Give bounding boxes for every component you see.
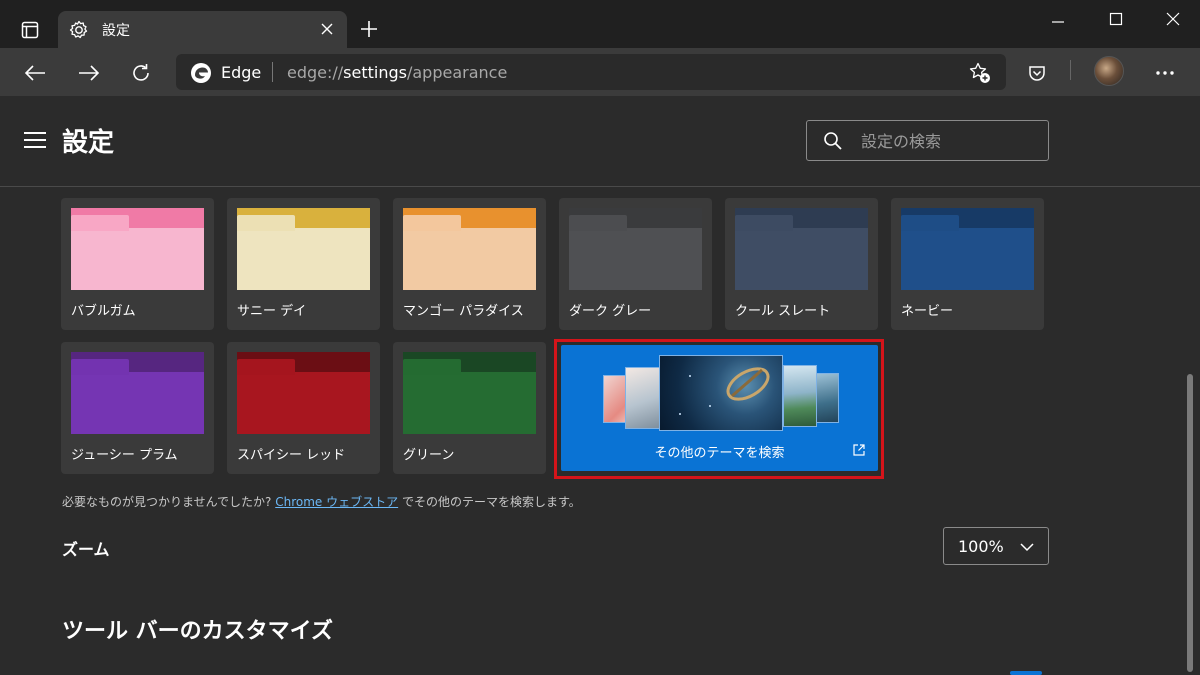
address-bar[interactable]: Edge edge://settings/appearance [176, 54, 1006, 90]
zoom-dropdown[interactable]: 100% [943, 527, 1049, 565]
navigation-bar: Edge edge://settings/appearance [0, 48, 1200, 96]
tab-settings[interactable]: 設定 [58, 11, 347, 48]
more-options-icon[interactable] [1150, 58, 1180, 88]
page-title: 設定 [62, 128, 115, 158]
gear-icon [69, 20, 88, 39]
close-window-button[interactable] [1158, 8, 1188, 30]
scrollbar[interactable] [1186, 196, 1194, 675]
external-link-icon [853, 444, 865, 456]
theme-card-cool-slate[interactable]: クール スレート [725, 198, 878, 330]
settings-header: 設定 [0, 96, 1200, 187]
theme-label: グリーン [403, 448, 455, 463]
zoom-value: 100% [958, 537, 1004, 556]
toolbar-separator [1070, 60, 1071, 80]
folder-icon [71, 352, 204, 434]
folder-icon [71, 208, 204, 290]
search-input[interactable] [861, 129, 1041, 153]
theme-card-mango-paradise[interactable]: マンゴー パラダイス [393, 198, 546, 330]
add-favorite-icon[interactable] [968, 61, 992, 85]
theme-card-navy[interactable]: ネービー [891, 198, 1044, 330]
site-name: Edge [221, 63, 262, 82]
theme-card-green[interactable]: グリーン [393, 342, 546, 474]
theme-preview-image [659, 355, 783, 431]
folder-icon [901, 208, 1034, 290]
tab-title: 設定 [102, 23, 130, 39]
chrome-web-store-link[interactable]: Chrome ウェブストア [275, 495, 398, 509]
edge-logo-icon [191, 63, 211, 83]
profile-avatar[interactable] [1094, 56, 1124, 86]
theme-label: バブルガム [71, 304, 136, 319]
collections-icon[interactable] [1022, 58, 1052, 88]
folder-icon [403, 352, 536, 434]
theme-label: クール スレート [735, 304, 831, 319]
theme-card-dark-gray[interactable]: ダーク グレー [559, 198, 712, 330]
more-themes-label: その他のテーマを検索 [654, 446, 785, 461]
scrollbar-thumb[interactable] [1187, 374, 1193, 672]
toolbar-customize-heading: ツール バーのカスタマイズ [62, 619, 334, 644]
minimize-button[interactable] [1043, 8, 1073, 30]
toggle-switch[interactable] [1010, 671, 1042, 675]
theme-label: スパイシー レッド [237, 448, 346, 463]
new-tab-button[interactable] [356, 16, 382, 42]
address-separator [272, 62, 273, 82]
folder-icon [735, 208, 868, 290]
theme-label: ジューシー プラム [71, 448, 178, 463]
search-icon [824, 132, 842, 150]
tab-actions-icon[interactable] [12, 14, 48, 46]
forward-button[interactable] [74, 58, 104, 88]
chevron-down-icon [1020, 543, 1034, 552]
theme-label: マンゴー パラダイス [403, 304, 524, 319]
theme-card-bubblegum[interactable]: バブルガム [61, 198, 214, 330]
folder-icon [569, 208, 702, 290]
folder-icon [237, 208, 370, 290]
menu-icon[interactable] [24, 132, 46, 150]
theme-label: サニー デイ [237, 304, 307, 319]
url-text: edge://settings/appearance [287, 63, 508, 82]
theme-label: ネービー [901, 304, 954, 319]
back-button[interactable] [20, 58, 50, 88]
more-themes-button[interactable]: その他のテーマを検索 [561, 345, 878, 471]
theme-card-juicy-plum[interactable]: ジューシー プラム [61, 342, 214, 474]
theme-help-text: 必要なものが見つかりませんでしたか? Chrome ウェブストア でその他のテー… [62, 495, 581, 509]
theme-preview-image [783, 365, 817, 427]
settings-content: 設定 バブルガム サニー デイ マンゴー パラダイス ダーク グレー クール ス… [0, 96, 1200, 675]
theme-label: ダーク グレー [569, 304, 652, 319]
theme-card-spicy-red[interactable]: スパイシー レッド [227, 342, 380, 474]
title-bar: 設定 [0, 0, 1200, 48]
settings-search[interactable] [806, 120, 1049, 161]
folder-icon [237, 352, 370, 434]
zoom-label: ズーム [62, 540, 110, 559]
refresh-button[interactable] [126, 58, 156, 88]
close-tab-icon[interactable] [317, 19, 337, 39]
folder-icon [403, 208, 536, 290]
theme-card-sunny-day[interactable]: サニー デイ [227, 198, 380, 330]
theme-preview-image [625, 367, 663, 429]
maximize-button[interactable] [1101, 8, 1131, 30]
